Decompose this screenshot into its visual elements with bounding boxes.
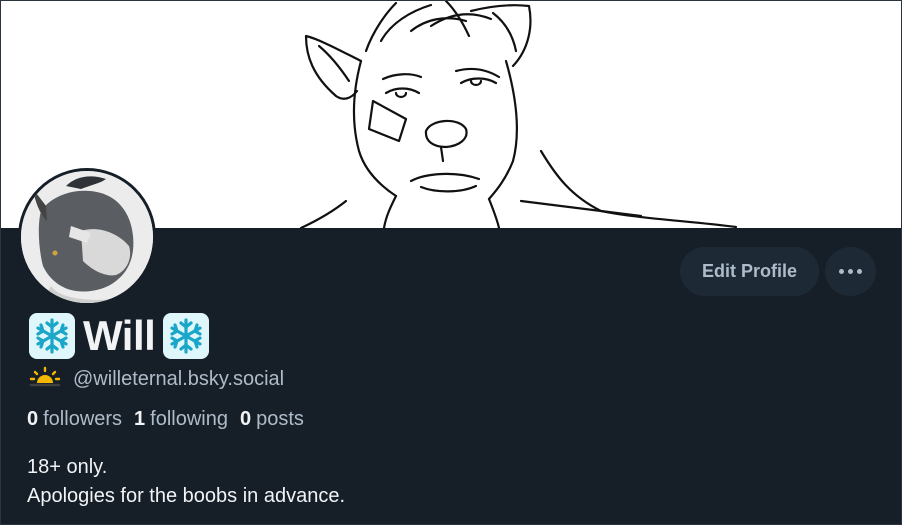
- snowflake-icon: [163, 313, 210, 359]
- bio-line: 18+ only.: [27, 456, 108, 478]
- posts-label: posts: [256, 407, 304, 430]
- sunrise-icon: [29, 365, 61, 394]
- posts-stat: 0 posts: [240, 408, 304, 431]
- display-name: Will: [83, 312, 156, 359]
- followers-link[interactable]: 0 followers: [27, 408, 122, 431]
- profile-page: Edit Profile Will @willeternal.bsky.soci…: [0, 0, 902, 525]
- bio-line: Apologies for the boobs in advance.: [27, 485, 345, 507]
- following-label: following: [150, 407, 228, 430]
- avatar-image: [21, 171, 153, 303]
- snowflake-icon: [29, 313, 75, 359]
- followers-count: 0: [27, 407, 39, 430]
- more-options-button[interactable]: [825, 247, 876, 296]
- following-link[interactable]: 1 following: [134, 408, 228, 431]
- profile-stats: 0 followers 1 following 0 posts: [27, 405, 316, 433]
- edit-profile-button[interactable]: Edit Profile: [680, 247, 819, 296]
- profile-bio: 18+ only. Apologies for the boobs in adv…: [27, 453, 345, 511]
- display-name-row: Will: [29, 309, 210, 363]
- posts-count: 0: [240, 407, 252, 430]
- followers-label: followers: [43, 407, 123, 430]
- edit-profile-label: Edit Profile: [701, 261, 797, 281]
- profile-avatar[interactable]: [18, 168, 156, 306]
- profile-handle[interactable]: @willeternal.bsky.social: [73, 368, 284, 391]
- following-count: 1: [134, 407, 146, 430]
- handle-row: @willeternal.bsky.social: [29, 365, 284, 393]
- more-horizontal-icon: [839, 269, 862, 274]
